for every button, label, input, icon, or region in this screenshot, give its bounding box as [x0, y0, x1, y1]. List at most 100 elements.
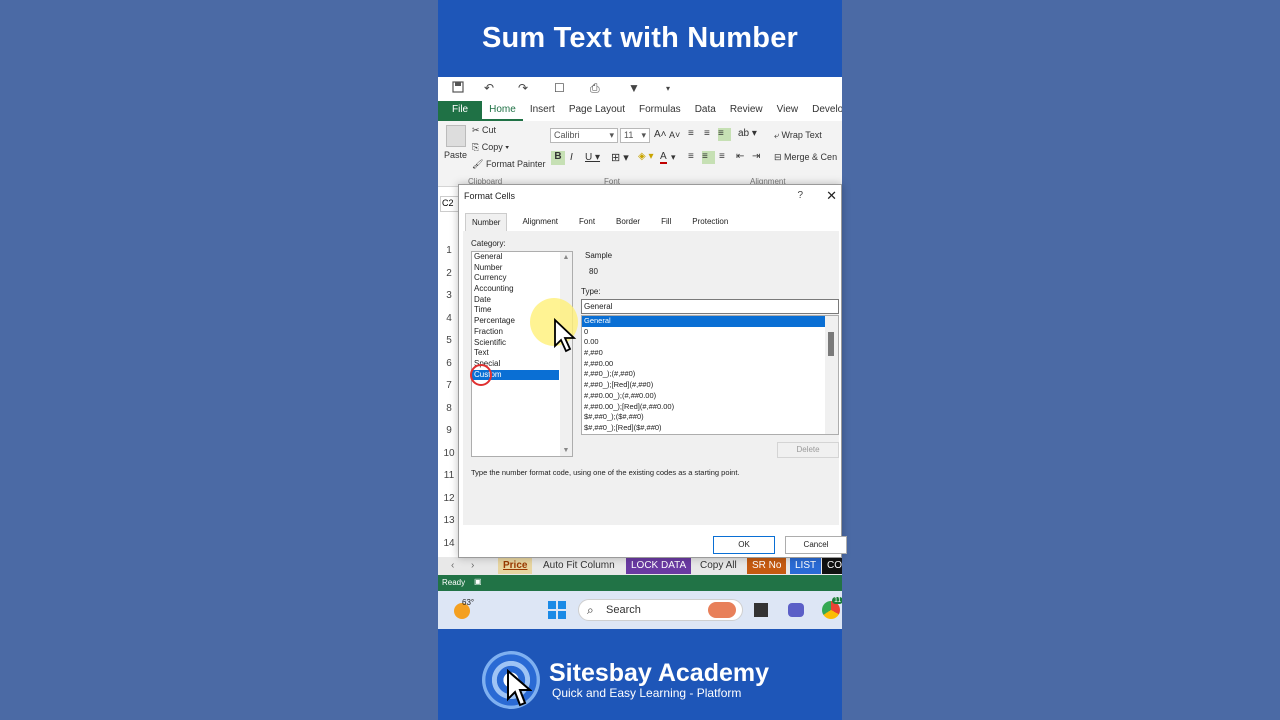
tab-page-layout[interactable]: Page Layout: [562, 101, 632, 121]
category-item[interactable]: General: [472, 252, 559, 263]
tab-data[interactable]: Data: [688, 101, 723, 121]
font-color-dropdown-icon[interactable]: ▾: [671, 152, 676, 163]
cancel-button[interactable]: Cancel: [785, 536, 847, 554]
print-preview-icon[interactable]: ⎙: [590, 81, 600, 96]
type-list[interactable]: General 0 0.00 #,##0 #,##0.00 #,##0_);(#…: [581, 315, 839, 435]
delete-button[interactable]: Delete: [777, 442, 839, 458]
copy-button[interactable]: ⎘ Copy ▾: [472, 142, 509, 153]
tab-review[interactable]: Review: [723, 101, 770, 121]
tab-developer[interactable]: Developer: [805, 101, 842, 121]
italic-icon[interactable]: I: [570, 152, 573, 163]
tab-view[interactable]: View: [770, 101, 806, 121]
teams-icon[interactable]: [788, 603, 804, 617]
shrink-font-icon[interactable]: A˅: [669, 130, 680, 140]
category-item[interactable]: Number: [472, 263, 559, 274]
sheet-tab-price[interactable]: Price: [498, 558, 533, 574]
decrease-indent-icon[interactable]: ⇤: [736, 151, 744, 162]
orientation-icon[interactable]: ab ▾: [738, 128, 757, 139]
row-header[interactable]: 6: [438, 358, 460, 369]
row-header[interactable]: 12: [438, 493, 460, 504]
align-center-icon[interactable]: ≡: [702, 151, 715, 164]
fill-color-icon[interactable]: ◈ ▾: [638, 151, 654, 162]
file-explorer-icon[interactable]: [754, 603, 768, 617]
ok-button[interactable]: OK: [713, 536, 775, 554]
type-item-selected[interactable]: General: [582, 316, 826, 327]
grow-font-icon[interactable]: A˄: [654, 129, 667, 140]
tab-insert[interactable]: Insert: [523, 101, 562, 121]
row-header[interactable]: 2: [438, 268, 460, 279]
bold-icon[interactable]: B: [551, 151, 565, 165]
tab-file[interactable]: File: [438, 101, 483, 121]
people-icon[interactable]: [708, 602, 736, 618]
font-name-select[interactable]: Calibri ▾: [550, 128, 618, 143]
merge-center-button[interactable]: ⊟ Merge & Cen: [774, 152, 837, 163]
scroll-left-icon[interactable]: ‹: [446, 558, 459, 574]
tab-alignment[interactable]: Alignment: [516, 213, 564, 231]
name-box[interactable]: C2: [440, 196, 460, 212]
close-icon[interactable]: ✕: [826, 188, 837, 204]
tab-font[interactable]: Font: [573, 213, 601, 231]
sheet-tab-sr-no[interactable]: SR No: [747, 558, 787, 574]
wrap-text-button[interactable]: ⤶ Wrap Text: [774, 130, 822, 141]
type-item[interactable]: #,##0: [582, 348, 826, 359]
type-item[interactable]: 0.00: [582, 337, 826, 348]
format-painter-button[interactable]: 🖌 Format Painter: [472, 159, 545, 170]
font-color-icon[interactable]: A: [660, 151, 667, 164]
type-item[interactable]: #,##0_);[Red](#,##0): [582, 380, 826, 391]
save-icon[interactable]: [452, 81, 464, 96]
category-item[interactable]: Currency: [472, 273, 559, 284]
row-header[interactable]: 3: [438, 290, 460, 301]
font-size-select[interactable]: 11 ▾: [620, 128, 650, 143]
start-icon[interactable]: [548, 601, 566, 624]
sheet-tab-auto-fit-column[interactable]: Auto Fit Column: [538, 558, 620, 574]
tab-number[interactable]: Number: [465, 213, 508, 231]
filter-icon[interactable]: ▼: [628, 81, 640, 95]
scroll-down-icon[interactable]: ▼: [560, 447, 572, 454]
category-item[interactable]: Accounting: [472, 284, 559, 295]
row-header[interactable]: 9: [438, 425, 460, 436]
help-icon[interactable]: ?: [797, 190, 803, 201]
borders-icon[interactable]: ⊞ ▾: [611, 151, 629, 164]
type-item[interactable]: $#,##0_);[Red]($#,##0): [582, 423, 826, 434]
scrollbar-thumb[interactable]: [828, 332, 834, 356]
tab-protection[interactable]: Protection: [686, 213, 734, 231]
row-header[interactable]: 7: [438, 380, 460, 391]
scroll-up-icon[interactable]: ▲: [560, 254, 572, 261]
undo-icon[interactable]: ↶: [484, 81, 494, 95]
type-item[interactable]: #,##0.00_);(#,##0.00): [582, 391, 826, 402]
tab-border[interactable]: Border: [610, 213, 646, 231]
paste-icon[interactable]: [446, 125, 466, 147]
align-top-icon[interactable]: ≡: [688, 128, 694, 139]
increase-indent-icon[interactable]: ⇥: [752, 151, 760, 162]
type-scrollbar[interactable]: [825, 316, 838, 434]
align-right-icon[interactable]: ≡: [719, 151, 725, 162]
redo-icon[interactable]: ↷: [518, 81, 528, 95]
type-item[interactable]: 0: [582, 327, 826, 338]
row-header[interactable]: 8: [438, 403, 460, 414]
touch-mode-icon[interactable]: ☐: [554, 81, 565, 95]
underline-icon[interactable]: U ▾: [585, 152, 600, 163]
type-item[interactable]: #,##0.00_);[Red](#,##0.00): [582, 402, 826, 413]
sheet-tab-copy-all[interactable]: Copy All: [695, 558, 742, 574]
category-item[interactable]: Text: [472, 348, 559, 359]
type-item[interactable]: #,##0.00: [582, 359, 826, 370]
accessibility-icon[interactable]: ▣: [474, 577, 482, 586]
cut-button[interactable]: ✂ Cut: [472, 125, 496, 136]
sheet-tab-co[interactable]: CO: [822, 558, 842, 574]
row-header[interactable]: 10: [438, 448, 460, 459]
row-header[interactable]: 11: [438, 470, 460, 481]
row-header[interactable]: 4: [438, 313, 460, 324]
align-middle-icon[interactable]: ≡: [704, 128, 710, 139]
type-input[interactable]: General: [581, 299, 839, 314]
tab-formulas[interactable]: Formulas: [632, 101, 688, 121]
scroll-right-icon[interactable]: ›: [466, 558, 479, 574]
paste-button[interactable]: Paste: [444, 150, 467, 160]
row-header[interactable]: 1: [438, 245, 460, 256]
tab-fill[interactable]: Fill: [655, 213, 677, 231]
row-header[interactable]: 5: [438, 335, 460, 346]
row-header[interactable]: 13: [438, 515, 460, 526]
tab-home[interactable]: Home: [482, 101, 523, 121]
customize-toolbar-icon[interactable]: ▾: [666, 84, 670, 93]
type-item[interactable]: $#,##0_);($#,##0): [582, 412, 826, 423]
sheet-tab-lock-data[interactable]: LOCK DATA: [626, 558, 692, 574]
